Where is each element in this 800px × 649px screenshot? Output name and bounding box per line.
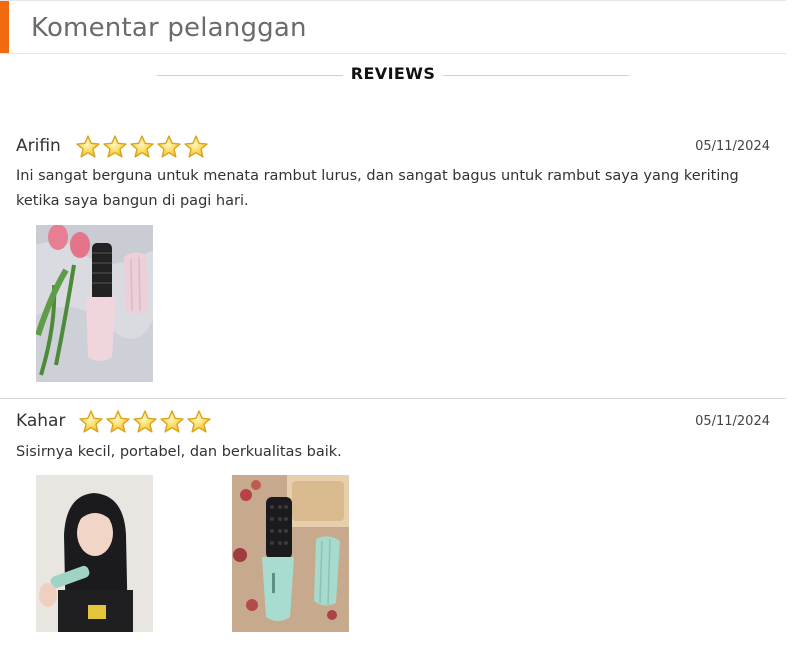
review-item: Kahar 05/11/2024 Sisirnya kecil, portabe… [0,399,786,649]
star-icon [75,134,101,160]
reviewer-name: Arifin [16,136,61,156]
reviewer-name: Kahar [16,411,66,431]
review-photo[interactable] [36,225,153,382]
header-accent-bar [0,1,9,53]
section-header: Komentar pelanggan [0,1,786,54]
reviews-label: REVIEWS [350,64,436,83]
review-text: Ini sangat berguna untuk menata rambut l… [16,168,739,209]
star-icon [159,409,185,435]
review-photo[interactable] [36,475,153,632]
divider-left [157,75,343,76]
review-date: 05/11/2024 [695,139,770,154]
pink-hair-brush-photo [36,225,153,382]
divider-right [443,75,629,76]
review-photo[interactable] [232,475,349,632]
review-text: Sisirnya kecil, portabel, dan berkualita… [16,444,342,460]
star-icon [78,409,104,435]
star-icon [186,409,212,435]
star-icon [129,134,155,160]
star-rating [75,134,209,160]
woman-using-brush-photo [36,475,153,632]
review-item: Arifin 05/11/2024 Ini sangat berguna unt… [0,128,786,398]
star-icon [102,134,128,160]
star-icon [156,134,182,160]
star-icon [105,409,131,435]
section-title: Komentar pelanggan [31,13,307,43]
mint-hair-brush-photo [232,475,349,632]
star-icon [183,134,209,160]
star-icon [132,409,158,435]
star-rating [78,409,212,435]
review-date: 05/11/2024 [695,414,770,429]
